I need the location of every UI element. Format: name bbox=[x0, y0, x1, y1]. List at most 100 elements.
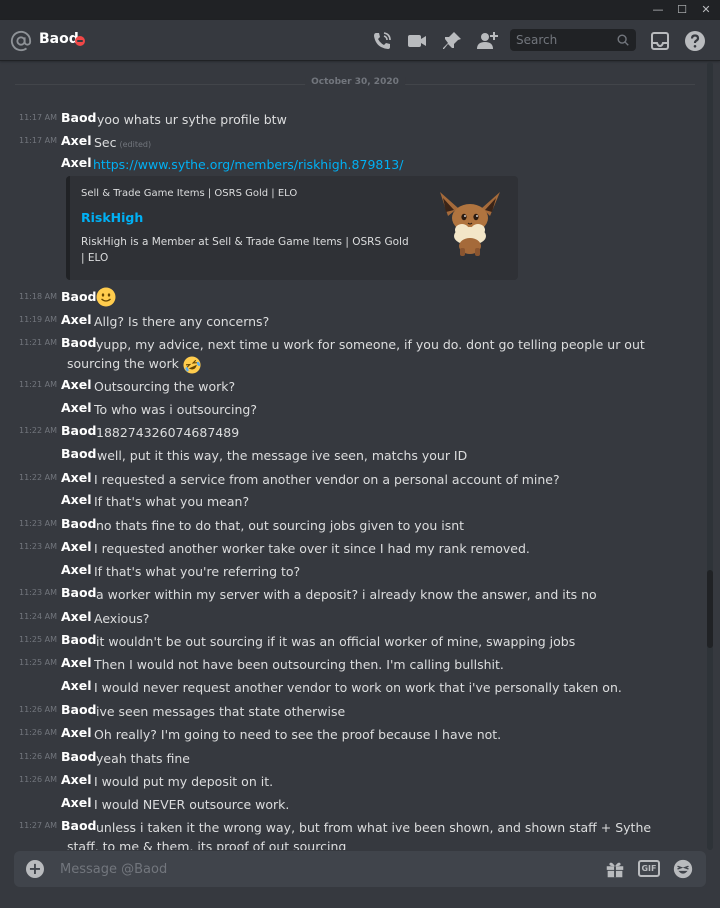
message-text: Aexious? bbox=[94, 611, 150, 626]
message-text: If that's what you're referring to? bbox=[94, 564, 301, 579]
author-name[interactable]: Axel bbox=[61, 795, 92, 810]
pin-icon[interactable] bbox=[440, 29, 464, 53]
message-input[interactable] bbox=[60, 860, 560, 878]
date-divider: October 30, 2020 bbox=[15, 77, 695, 90]
author-name[interactable]: Baod bbox=[61, 446, 97, 461]
author-name[interactable]: Axel bbox=[61, 725, 92, 740]
message-text: I would never request another vendor to … bbox=[94, 680, 622, 695]
embed-provider[interactable]: Sell & Trade Game Items | OSRS Gold | EL… bbox=[81, 188, 297, 199]
timestamp: 11:22 AM bbox=[19, 473, 57, 482]
search-input[interactable] bbox=[516, 32, 616, 48]
message-text: unless i taken it the wrong way, but fro… bbox=[67, 820, 652, 850]
embed-title[interactable]: RiskHigh bbox=[81, 210, 143, 225]
timestamp: 11:26 AM bbox=[19, 752, 57, 761]
timestamp: 11:23 AM bbox=[19, 542, 57, 551]
author-name[interactable]: Baod bbox=[61, 585, 97, 600]
timestamp: 11:22 AM bbox=[19, 426, 57, 435]
timestamp: 11:17 AM bbox=[19, 113, 57, 122]
search-icon[interactable] bbox=[616, 33, 630, 47]
search-box[interactable] bbox=[510, 29, 636, 51]
author-name[interactable]: Axel bbox=[61, 539, 92, 554]
message-body: Sec bbox=[94, 135, 117, 150]
scrollbar-track[interactable] bbox=[707, 62, 713, 850]
timestamp: 11:17 AM bbox=[19, 136, 57, 145]
author-name[interactable]: Baod bbox=[61, 289, 97, 304]
author-name[interactable]: Baod bbox=[61, 702, 97, 717]
message-text: no thats fine to do that, out sourcing j… bbox=[96, 518, 465, 533]
author-name[interactable]: Axel bbox=[61, 655, 92, 670]
minimize-button[interactable]: — bbox=[650, 2, 666, 18]
channel-header: Baod bbox=[0, 20, 720, 61]
video-icon[interactable] bbox=[405, 29, 429, 53]
scrollbar-thumb[interactable] bbox=[707, 570, 713, 648]
help-icon[interactable] bbox=[683, 29, 707, 53]
message-body: yupp, my advice, next time u work for so… bbox=[67, 337, 645, 371]
add-friend-icon[interactable] bbox=[475, 29, 499, 53]
rolling-on-floor-laughing-icon bbox=[183, 355, 201, 374]
maximize-button[interactable]: ☐ bbox=[674, 2, 690, 18]
inbox-icon[interactable] bbox=[648, 29, 672, 53]
close-button[interactable]: ✕ bbox=[698, 2, 714, 18]
window-titlebar: — ☐ ✕ bbox=[0, 0, 720, 20]
author-name[interactable]: Axel bbox=[61, 312, 92, 327]
author-name[interactable]: Axel bbox=[61, 470, 92, 485]
author-name[interactable]: Baod bbox=[61, 423, 97, 438]
embed-description: RiskHigh is a Member at Sell & Trade Gam… bbox=[81, 236, 409, 264]
message-link[interactable]: https://www.sythe.org/members/riskhigh.8… bbox=[93, 155, 403, 174]
author-name[interactable]: Axel bbox=[61, 562, 92, 577]
author-name[interactable]: Axel bbox=[61, 678, 92, 693]
gift-icon[interactable] bbox=[604, 858, 626, 880]
timestamp: 11:21 AM bbox=[19, 338, 57, 347]
author-name[interactable]: Axel bbox=[61, 155, 92, 170]
link-embed: Sell & Trade Game Items | OSRS Gold | EL… bbox=[66, 176, 518, 280]
message-text: yoo whats ur sythe profile btw bbox=[97, 112, 287, 127]
message-text: it wouldn't be out sourcing if it was an… bbox=[96, 634, 576, 649]
author-name[interactable]: Axel bbox=[61, 492, 92, 507]
author-name[interactable]: Axel bbox=[61, 772, 92, 787]
message-composer: + GIF bbox=[14, 851, 706, 887]
author-name[interactable]: Axel bbox=[61, 609, 92, 624]
message-text: well, put it this way, the message ive s… bbox=[97, 448, 468, 463]
author-name[interactable]: Baod bbox=[61, 632, 97, 647]
message-text: Allg? Is there any concerns? bbox=[94, 314, 270, 329]
message-text: If that's what you mean? bbox=[94, 494, 250, 509]
message-list: October 30, 2020 11:17 AM Baod yoo whats… bbox=[0, 62, 708, 850]
message-text: ive seen messages that state otherwise bbox=[96, 704, 346, 719]
message-text: I requested another worker take over it … bbox=[94, 541, 530, 556]
call-icon[interactable] bbox=[370, 29, 394, 53]
status-dnd-icon bbox=[75, 36, 85, 46]
author-name[interactable]: Baod bbox=[61, 516, 97, 531]
message-text: I requested a service from another vendo… bbox=[94, 472, 560, 487]
author-name[interactable]: Axel bbox=[61, 377, 92, 392]
message-text: I would put my deposit on it. bbox=[94, 774, 274, 789]
message-text: yupp, my advice, next time u work for so… bbox=[67, 335, 657, 374]
timestamp: 11:26 AM bbox=[19, 775, 57, 784]
author-name[interactable]: Axel bbox=[61, 400, 92, 415]
author-name[interactable]: Baod bbox=[61, 749, 97, 764]
channel-name: Baod bbox=[39, 31, 79, 47]
author-name[interactable]: Baod bbox=[61, 110, 97, 125]
date-label: October 30, 2020 bbox=[305, 77, 405, 87]
timestamp: 11:24 AM bbox=[19, 612, 57, 621]
embed-thumbnail-eevee[interactable] bbox=[438, 186, 502, 258]
timestamp: 11:18 AM bbox=[19, 292, 57, 301]
add-attachment-icon[interactable]: + bbox=[26, 860, 44, 878]
timestamp: 11:25 AM bbox=[19, 658, 57, 667]
timestamp: 11:19 AM bbox=[19, 315, 57, 324]
message-text: a worker within my server with a deposit… bbox=[96, 587, 597, 602]
timestamp: 11:26 AM bbox=[19, 705, 57, 714]
slightly-smiling-face-icon bbox=[96, 287, 116, 307]
timestamp: 11:21 AM bbox=[19, 380, 57, 389]
message-text: To who was i outsourcing? bbox=[94, 402, 257, 417]
gif-icon[interactable]: GIF bbox=[638, 860, 660, 877]
timestamp: 11:23 AM bbox=[19, 588, 57, 597]
message-text: I would NEVER outsource work. bbox=[94, 797, 290, 812]
emoji-icon[interactable] bbox=[672, 858, 694, 880]
message-text: 188274326074687489 bbox=[96, 425, 240, 440]
message-text: yeah thats fine bbox=[96, 751, 191, 766]
author-name[interactable]: Axel bbox=[61, 133, 92, 148]
timestamp: 11:27 AM bbox=[19, 821, 57, 830]
at-sign-icon bbox=[10, 30, 32, 52]
timestamp: 11:26 AM bbox=[19, 728, 57, 737]
message-text: Sec (edited) bbox=[94, 133, 151, 154]
